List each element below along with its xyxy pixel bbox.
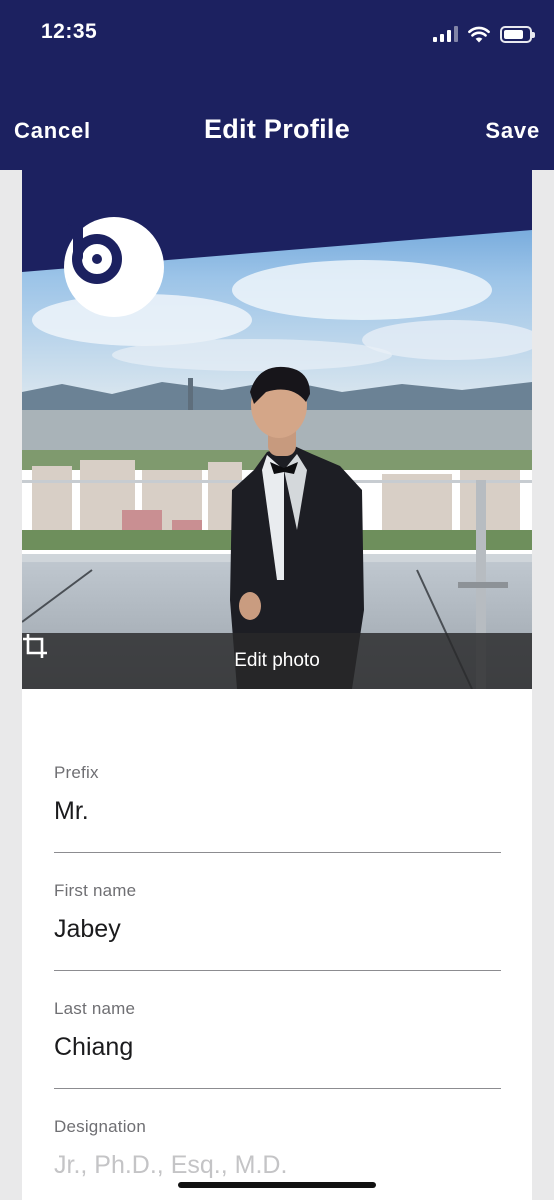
last-name-label: Last name bbox=[54, 999, 136, 1018]
first-name-label: First name bbox=[54, 881, 137, 900]
signal-icon bbox=[433, 26, 458, 42]
designation-label: Designation bbox=[54, 1117, 146, 1136]
edit-profile-screen: 12:35 Cancel Edit Profile Save Edit phot… bbox=[0, 0, 554, 1200]
designation-input[interactable]: Jr., Ph.D., Esq., M.D. bbox=[54, 1151, 501, 1200]
home-indicator[interactable] bbox=[178, 1182, 376, 1188]
edit-photo-button[interactable]: Edit photo bbox=[22, 633, 532, 689]
cover-photo[interactable]: Edit photo bbox=[22, 170, 532, 689]
battery-icon bbox=[500, 25, 535, 43]
prefix-label: Prefix bbox=[54, 763, 99, 782]
page-title: Edit Profile bbox=[203, 114, 351, 144]
header: 12:35 Cancel Edit Profile Save bbox=[0, 0, 554, 170]
status-time: 12:35 bbox=[41, 20, 98, 43]
prefix-input[interactable]: Mr. bbox=[54, 797, 501, 853]
crop-icon bbox=[23, 634, 47, 658]
status-icons bbox=[433, 22, 535, 46]
brand-b-logo-icon bbox=[64, 217, 164, 317]
save-button[interactable]: Save bbox=[485, 118, 540, 144]
last-name-field: Last name Chiang bbox=[54, 999, 501, 1089]
edit-photo-label: Edit photo bbox=[234, 650, 320, 671]
first-name-field: First name Jabey bbox=[54, 881, 501, 971]
status-bar: 12:35 bbox=[0, 0, 554, 66]
wifi-icon bbox=[468, 26, 490, 42]
last-name-input[interactable]: Chiang bbox=[54, 1033, 501, 1089]
prefix-field: Prefix Mr. bbox=[54, 763, 501, 853]
first-name-input[interactable]: Jabey bbox=[54, 915, 501, 971]
profile-card: Edit photo Prefix Mr. First name Jabey L… bbox=[22, 170, 532, 1200]
